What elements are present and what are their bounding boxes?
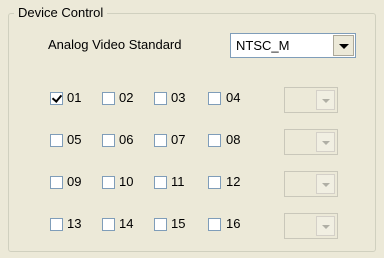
channel-10-checkbox[interactable] (102, 176, 115, 189)
channel-06-checkbox[interactable] (102, 134, 115, 147)
row-2-select[interactable] (284, 129, 338, 155)
row-3-select[interactable] (284, 171, 338, 197)
channel-04-label: 04 (226, 90, 241, 105)
channel-07-checkbox[interactable] (154, 134, 167, 147)
channel-13-label: 13 (67, 216, 82, 231)
channel-03-checkbox[interactable] (154, 92, 167, 105)
row-1-select[interactable] (284, 87, 338, 113)
channel-11-checkbox[interactable] (154, 176, 167, 189)
channel-04-checkbox[interactable] (208, 92, 221, 105)
channel-02-label: 02 (119, 90, 134, 105)
channel-05-checkbox[interactable] (50, 134, 63, 147)
channel-15-label: 15 (171, 216, 186, 231)
channel-row-4: 13 14 15 16 (0, 213, 384, 239)
device-control-title: Device Control (14, 5, 108, 21)
video-standard-select[interactable]: NTSC_M (230, 33, 356, 58)
chevron-down-icon[interactable] (316, 174, 335, 194)
row-4-select[interactable] (284, 213, 338, 239)
channel-13-checkbox[interactable] (50, 218, 63, 231)
chevron-down-icon[interactable] (333, 35, 354, 56)
channel-09-checkbox[interactable] (50, 176, 63, 189)
channel-01-checkbox[interactable] (50, 92, 63, 105)
video-standard-value: NTSC_M (236, 38, 290, 53)
chevron-down-icon[interactable] (316, 90, 335, 110)
channel-12-label: 12 (226, 174, 241, 189)
channel-09-label: 09 (67, 174, 82, 189)
channel-01-label: 01 (67, 90, 82, 105)
chevron-down-icon[interactable] (316, 216, 335, 236)
channel-row-1: 01 02 03 04 (0, 87, 384, 113)
channel-15-checkbox[interactable] (154, 218, 167, 231)
channel-10-label: 10 (119, 174, 134, 189)
channel-14-label: 14 (119, 216, 134, 231)
channel-08-checkbox[interactable] (208, 134, 221, 147)
channel-07-label: 07 (171, 132, 186, 147)
video-standard-label: Analog Video Standard (48, 37, 182, 52)
channel-14-checkbox[interactable] (102, 218, 115, 231)
channel-05-label: 05 (67, 132, 82, 147)
channel-03-label: 03 (171, 90, 186, 105)
channel-06-label: 06 (119, 132, 134, 147)
channel-02-checkbox[interactable] (102, 92, 115, 105)
channel-row-3: 09 10 11 12 (0, 171, 384, 197)
channel-12-checkbox[interactable] (208, 176, 221, 189)
chevron-down-icon[interactable] (316, 132, 335, 152)
channel-08-label: 08 (226, 132, 241, 147)
channel-row-2: 05 06 07 08 (0, 129, 384, 155)
channel-16-checkbox[interactable] (208, 218, 221, 231)
channel-16-label: 16 (226, 216, 241, 231)
channel-11-label: 11 (171, 174, 185, 189)
